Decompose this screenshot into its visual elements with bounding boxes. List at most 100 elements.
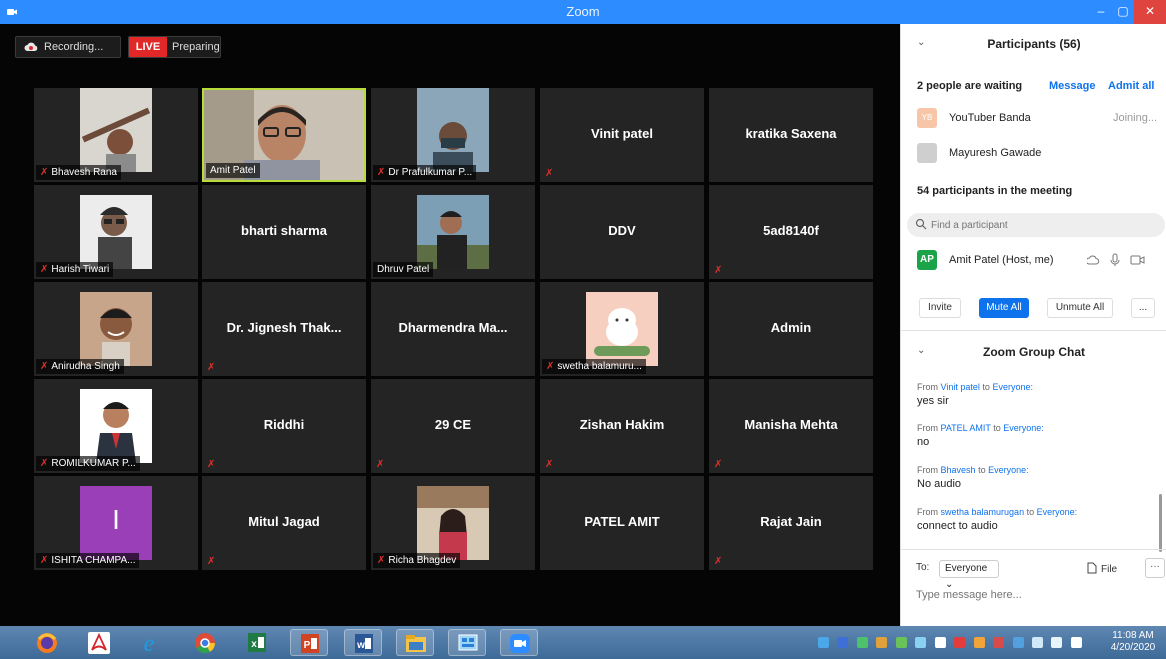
tray-icon[interactable]	[876, 637, 888, 648]
windows-taskbar: e x P w 11:08 AM 4/20/2020	[0, 626, 1166, 659]
participant-label: ✗ Anirudha Singh	[36, 359, 124, 374]
tray-icon[interactable]	[973, 637, 985, 648]
participant-label: ✗ Bhavesh Rana	[36, 165, 121, 180]
participant-tile[interactable]: Manisha Mehta ✗	[709, 379, 873, 473]
divider	[901, 330, 1166, 331]
live-stream-status[interactable]: LIVE Preparing	[128, 36, 221, 58]
tray-icon[interactable]	[1051, 637, 1063, 648]
admit-all-link[interactable]: Admit all	[1108, 80, 1154, 92]
powerpoint-taskbar-icon[interactable]: P	[290, 629, 328, 656]
internet-explorer-taskbar-icon[interactable]: e	[130, 629, 168, 657]
participant-tile[interactable]: ✗ Harish Tiwari	[34, 185, 198, 279]
side-panel: ⌄ Participants (56) 2 people are waiting…	[900, 24, 1166, 626]
participant-tile[interactable]: ✗ ROMILKUMAR P...	[34, 379, 198, 473]
participant-tile[interactable]: I ✗ ISHITA CHAMPA...	[34, 476, 198, 570]
waiting-participant-row[interactable]: Mayuresh Gawade	[917, 143, 1157, 165]
participant-name: PATEL AMIT	[584, 514, 660, 529]
tray-icon[interactable]	[1012, 637, 1024, 648]
participant-tile[interactable]: Dharmendra Ma...	[371, 282, 535, 376]
participant-tile[interactable]: ✗ Anirudha Singh	[34, 282, 198, 376]
unmute-all-button[interactable]: Unmute All	[1047, 298, 1113, 318]
participant-tile[interactable]: ✗ swetha balamuru...	[540, 282, 704, 376]
chat-message-input[interactable]	[916, 586, 1156, 604]
participant-tile[interactable]: 29 CE ✗	[371, 379, 535, 473]
participant-tile[interactable]: DDV	[540, 185, 704, 279]
in-meeting-count: 54 participants in the meeting	[917, 185, 1073, 197]
more-options-button[interactable]: ...	[1131, 298, 1155, 318]
participants-title: Participants (56)	[987, 37, 1081, 51]
close-button[interactable]: ✕	[1134, 0, 1166, 24]
recording-button[interactable]: Recording...	[15, 36, 121, 58]
mute-all-button[interactable]: Mute All	[979, 298, 1029, 318]
chrome-taskbar-icon[interactable]	[186, 629, 224, 656]
tray-icon[interactable]	[993, 637, 1005, 648]
chat-message-text: connect to audio	[917, 520, 998, 532]
chat-message-text: no	[917, 436, 930, 448]
svg-text:x: x	[251, 639, 257, 650]
participant-tile[interactable]: kratika Saxena	[709, 88, 873, 182]
tray-icon[interactable]	[915, 637, 927, 648]
muted-mic-icon: ✗	[377, 555, 386, 566]
waiting-participant-row[interactable]: YB YouTuber Banda Joining...	[917, 108, 1157, 130]
system-tray[interactable]	[818, 635, 1086, 651]
chat-recipient-select[interactable]: Everyone ⌄	[939, 560, 999, 590]
live-preparing-label: Preparing	[172, 41, 220, 53]
participant-tile[interactable]: PATEL AMIT	[540, 476, 704, 570]
muted-mic-icon: ✗	[714, 556, 723, 567]
participant-search[interactable]	[907, 213, 1165, 237]
tray-icon[interactable]	[934, 637, 946, 648]
participant-name: 5ad8140f	[763, 223, 819, 238]
participant-tile[interactable]: Dhruv Patel	[371, 185, 535, 279]
participant-label: Amit Patel	[206, 163, 260, 178]
tray-icon[interactable]	[895, 637, 907, 648]
search-input[interactable]	[931, 216, 1151, 234]
chat-to-label: To:	[916, 562, 930, 573]
taskbar-clock[interactable]: 11:08 AM 4/20/2020	[1104, 630, 1162, 654]
invite-button[interactable]: Invite	[919, 298, 961, 318]
muted-mic-icon: ✗	[40, 555, 49, 566]
participant-tile[interactable]: Admin	[709, 282, 873, 376]
settings-taskbar-icon[interactable]	[448, 629, 486, 656]
muted-mic-icon: ✗	[545, 459, 554, 470]
muted-mic-icon: ✗	[207, 362, 216, 373]
excel-taskbar-icon[interactable]: x	[238, 629, 276, 656]
word-taskbar-icon[interactable]: w	[344, 629, 382, 656]
participant-tile[interactable]: Dr. Jignesh Thak... ✗	[202, 282, 366, 376]
participant-tile[interactable]: ✗ Richa Bhagdev	[371, 476, 535, 570]
tray-icon[interactable]	[818, 637, 829, 648]
participant-tile[interactable]: Amit Patel	[202, 88, 366, 182]
participant-tile[interactable]: 5ad8140f ✗	[709, 185, 873, 279]
participant-label: ✗ Richa Bhagdev	[373, 553, 461, 568]
tray-icon[interactable]	[837, 637, 849, 648]
participant-tile[interactable]: ✗ Dr Prafulkumar P...	[371, 88, 535, 182]
firefox-taskbar-icon[interactable]	[28, 629, 66, 656]
participant-tile[interactable]: Zishan Hakim ✗	[540, 379, 704, 473]
tray-icon[interactable]	[856, 637, 868, 648]
waiting-room-label: 2 people are waiting	[917, 80, 1023, 92]
chat-message: From swetha balamurugan to Everyone: con…	[917, 507, 1157, 532]
waiting-message-link[interactable]: Message	[1049, 80, 1095, 92]
file-explorer-taskbar-icon[interactable]	[396, 629, 434, 656]
waiting-participant-name: Mayuresh Gawade	[949, 147, 1042, 159]
participant-tile[interactable]: Riddhi ✗	[202, 379, 366, 473]
volume-icon[interactable]	[1070, 637, 1082, 648]
participant-tile[interactable]: Mitul Jagad ✗	[202, 476, 366, 570]
participants-header: ⌄ Participants (56)	[901, 24, 1166, 64]
host-name: Amit Patel (Host, me)	[949, 254, 1054, 266]
participant-tile[interactable]: Vinit patel ✗	[540, 88, 704, 182]
chat-scrollbar[interactable]	[1159, 494, 1162, 552]
chat-more-button[interactable]: ···	[1145, 558, 1165, 578]
tray-icon[interactable]	[954, 637, 966, 648]
host-participant-row[interactable]: AP Amit Patel (Host, me)	[917, 250, 1157, 272]
participant-tile[interactable]: ✗ Bhavesh Rana	[34, 88, 198, 182]
zoom-window: Zoom – ▢ ✕ Recording... LIVE Preparing ✗…	[0, 0, 1166, 659]
muted-mic-icon: ✗	[40, 458, 49, 469]
chat-message-meta: From Vinit patel to Everyone:	[917, 382, 1033, 392]
maximize-button[interactable]: ▢	[1110, 0, 1136, 24]
zoom-taskbar-icon[interactable]	[500, 629, 538, 656]
tray-icon[interactable]	[1031, 637, 1043, 648]
acrobat-taskbar-icon[interactable]	[80, 629, 118, 656]
participant-tile[interactable]: bharti sharma	[202, 185, 366, 279]
participant-tile[interactable]: Rajat Jain ✗	[709, 476, 873, 570]
file-button[interactable]: File	[1087, 562, 1117, 575]
